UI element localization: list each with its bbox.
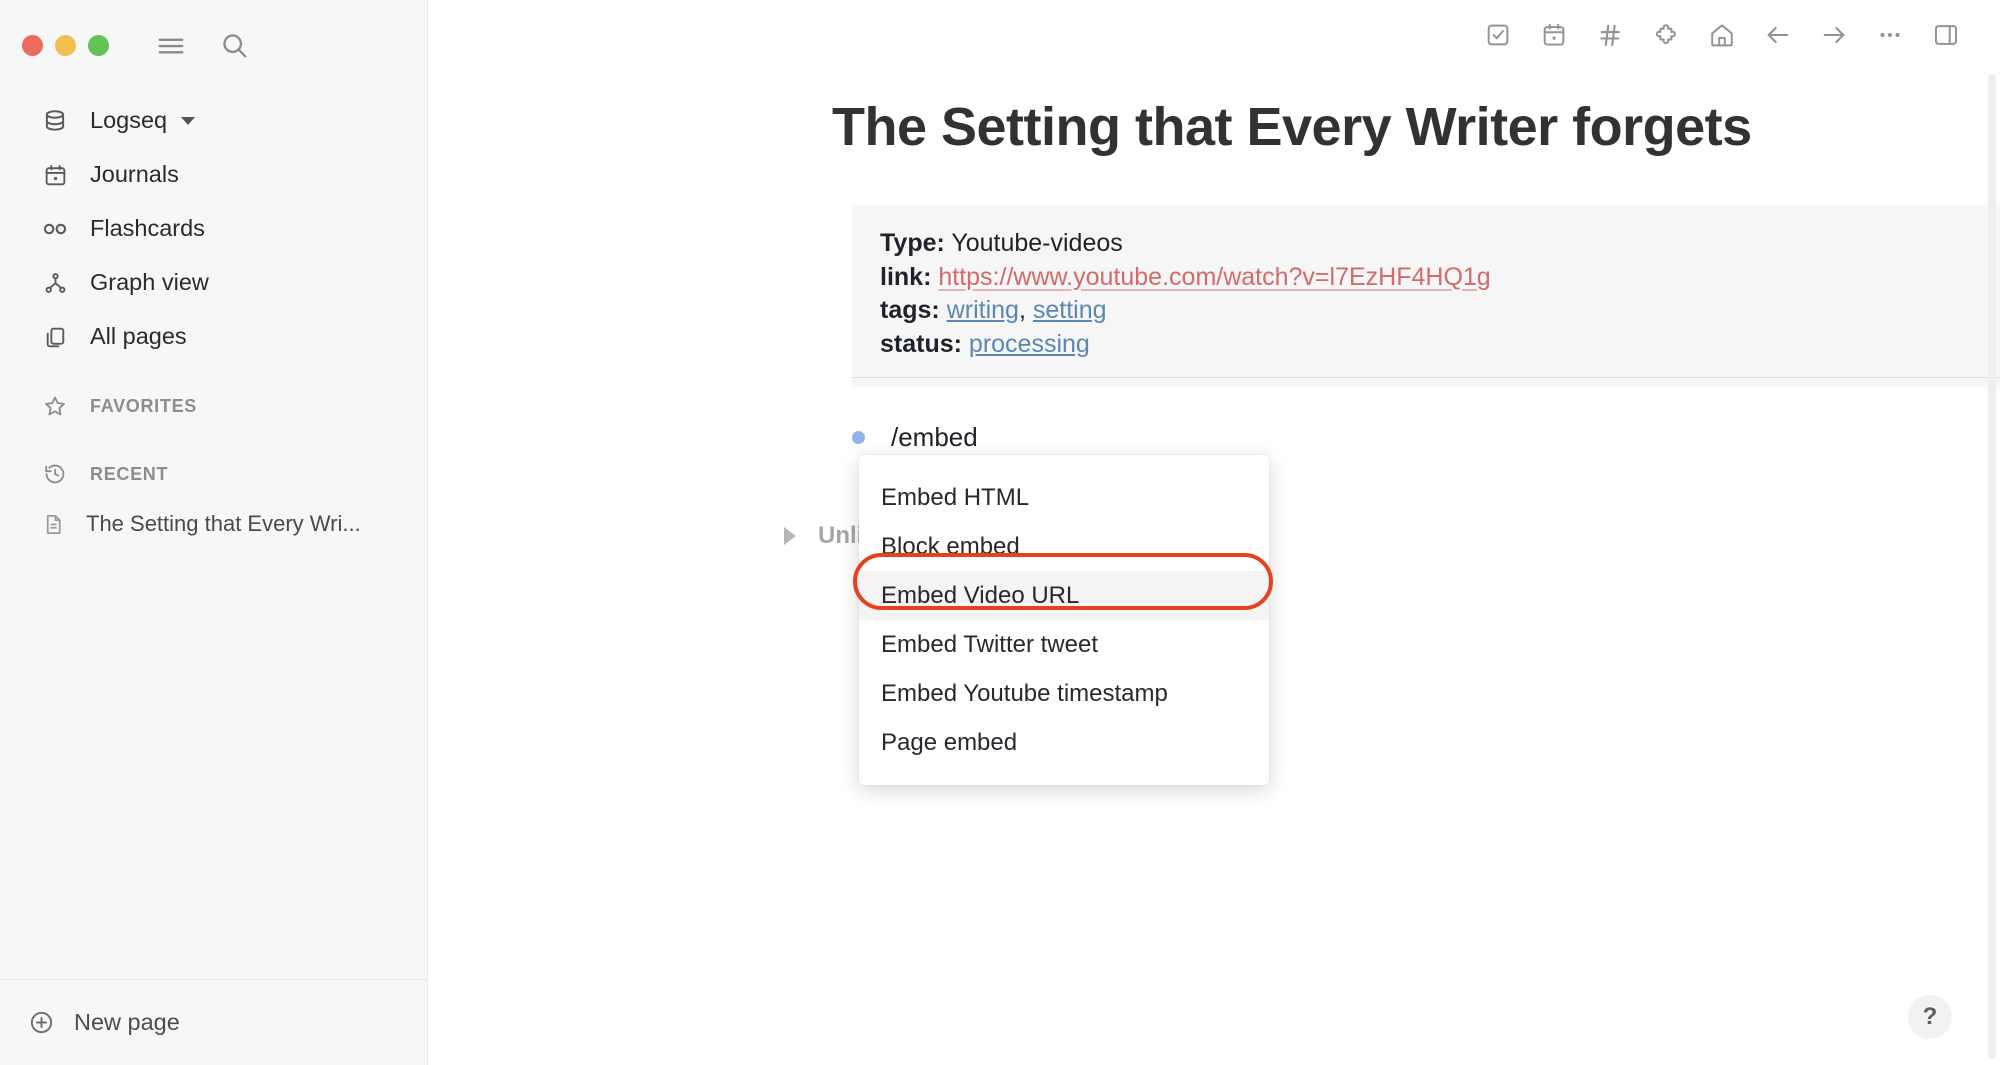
sidebar-nav: Logseq Journals Flashcards Graph view Al… [0,94,427,548]
traffic-lights [22,35,109,56]
home-icon[interactable] [1694,7,1750,63]
tag-separator: , [1018,296,1033,324]
main-content-area: The Setting that Every Writer forgets Ty… [428,0,2000,1065]
command-item-label: Page embed [881,728,1018,756]
page-properties-block[interactable]: Type: Youtube-videos link: https://www.y… [852,205,2000,387]
status-link-value[interactable]: processing [969,330,1090,358]
property-value: Youtube-videos [951,229,1123,257]
sidebar-section-recent[interactable]: RECENT [0,448,427,500]
sidebar-item-label: Graph view [90,269,209,296]
sidebar-footer: New page [0,979,427,1065]
sidebar-item-label: All pages [90,323,187,350]
tag-link-setting[interactable]: setting [1033,296,1107,324]
block-text[interactable]: /embed [891,424,978,450]
clock-history-icon [40,459,70,489]
graph-icon [40,268,70,298]
calendar-icon [40,160,70,190]
top-toolbar [1470,0,2000,70]
puzzle-icon[interactable] [1638,7,1694,63]
recent-page-item[interactable]: The Setting that Every Wri... [0,500,427,548]
property-key: status: [880,329,962,358]
infinity-icon [40,214,70,244]
search-icon[interactable] [217,29,251,63]
unlinked-references-section[interactable]: Unli [784,522,863,550]
command-item-page-embed[interactable]: Page embed [859,718,1269,767]
tag-link-writing[interactable]: writing [947,296,1019,324]
sidebar-item-journals[interactable]: Journals [0,148,427,202]
sidebar-item-graph-view[interactable]: Graph view [0,256,427,310]
triangle-right-icon[interactable] [784,527,796,545]
menu-icon[interactable] [154,29,188,63]
arrow-right-icon[interactable] [1806,7,1862,63]
left-sidebar: Logseq Journals Flashcards Graph view Al… [0,0,428,1065]
property-row-status: status: processing [852,328,2000,362]
arrow-left-icon[interactable] [1750,7,1806,63]
vertical-scrollbar[interactable] [1988,74,1996,1059]
command-item-embed-html[interactable]: Embed HTML [859,473,1269,522]
active-block-bullet[interactable] [852,430,865,444]
command-item-label: Block embed [881,532,1020,560]
logseq-app-window: Logseq Journals Flashcards Graph view Al… [0,0,2000,1065]
right-sidebar-icon[interactable] [1918,7,1974,63]
sidebar-item-all-pages[interactable]: All pages [0,310,427,364]
command-item-label: Embed Youtube timestamp [881,679,1168,707]
command-item-label: Embed Video URL [881,581,1080,609]
property-row-tags: tags: writing, setting [852,294,2000,328]
minimize-window-button[interactable] [55,35,76,56]
new-page-button[interactable]: New page [26,1008,180,1038]
sidebar-item-label: Journals [90,161,179,188]
star-icon [40,391,70,421]
sidebar-graph-name: Logseq [90,107,168,134]
ellipsis-icon[interactable] [1862,7,1918,63]
sidebar-section-label: RECENT [90,463,169,484]
close-window-button[interactable] [22,35,43,56]
property-row-link: link: https://www.youtube.com/watch?v=l7… [852,261,2000,295]
help-label: ? [1922,1003,1938,1030]
block-divider [852,377,2000,378]
titlebar-controls [0,0,427,66]
command-item-label: Embed Twitter tweet [881,630,1098,658]
recent-page-label: The Setting that Every Wri... [86,511,361,536]
hashtag-icon[interactable] [1582,7,1638,63]
sidebar-item-graph-selector[interactable]: Logseq [0,94,427,148]
help-button[interactable]: ? [1908,995,1952,1039]
command-item-embed-video-url[interactable]: Embed Video URL [859,571,1269,620]
property-key: Type: [880,229,945,257]
database-icon [40,106,70,136]
pages-icon [40,322,70,352]
command-item-block-embed[interactable]: Block embed [859,522,1269,571]
command-item-embed-twitter-tweet[interactable]: Embed Twitter tweet [859,620,1269,669]
property-key: link: [880,262,932,291]
todo-icon[interactable] [1470,7,1526,63]
property-row-type: Type: Youtube-videos [852,227,2000,261]
command-item-label: Embed HTML [881,483,1030,511]
sidebar-section-label: FAVORITES [90,395,197,416]
unlinked-references-label: Unli [818,522,864,549]
plus-circle-icon [26,1008,56,1038]
page-title: The Setting that Every Writer forgets [832,97,1752,157]
sidebar-item-label: Flashcards [90,215,205,242]
new-page-label: New page [74,1009,180,1035]
property-key: tags: [880,296,940,324]
page-icon [40,511,66,537]
sidebar-filler [0,548,427,979]
editing-block-embed[interactable]: /embed [852,424,978,450]
sidebar-item-flashcards[interactable]: Flashcards [0,202,427,256]
command-item-embed-youtube-timestamp[interactable]: Embed Youtube timestamp [859,669,1269,718]
sidebar-section-favorites[interactable]: FAVORITES [0,380,427,432]
calendar-icon[interactable] [1526,7,1582,63]
slash-command-menu[interactable]: Embed HTML Block embed Embed Video URL E… [859,455,1269,785]
maximize-window-button[interactable] [88,35,109,56]
property-link-value[interactable]: https://www.youtube.com/watch?v=l7EzHF4H… [938,263,1490,291]
chevron-down-icon[interactable] [181,117,196,125]
